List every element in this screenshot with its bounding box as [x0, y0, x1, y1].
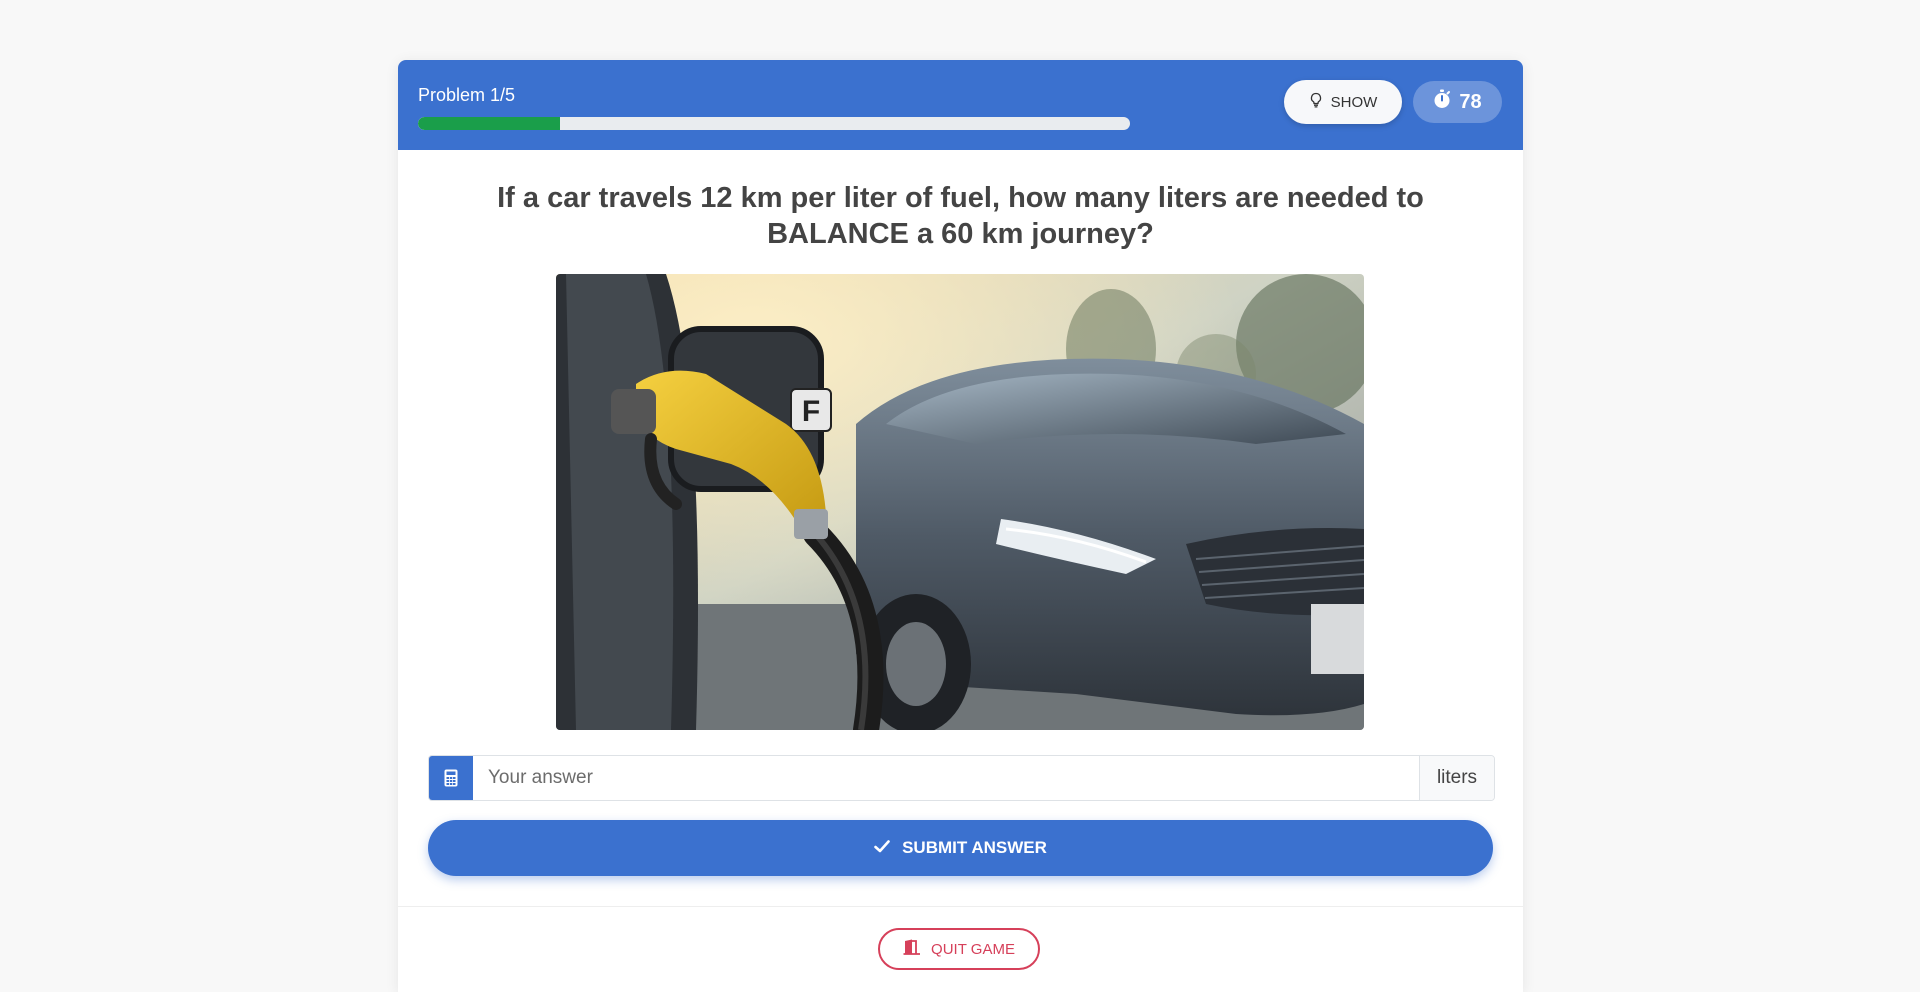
calculator-icon [429, 756, 473, 800]
answer-input-group: liters [428, 755, 1495, 801]
problem-counter: Problem 1/5 [418, 85, 516, 105]
timer-badge: 78 [1413, 81, 1502, 123]
answer-input[interactable] [473, 756, 1419, 800]
unit-label: liters [1419, 756, 1494, 800]
timer-value: 78 [1459, 90, 1482, 113]
stopwatch-icon [1433, 89, 1451, 115]
progress-bar-fill [418, 117, 561, 130]
exit-door-icon [903, 939, 921, 959]
check-icon [874, 838, 890, 858]
show-hint-label: SHOW [1330, 93, 1378, 111]
quit-game-button[interactable]: QUIT GAME [878, 928, 1040, 970]
question-text: If a car travels 12 km per liter of fuel… [497, 182, 1424, 250]
footer-divider [398, 906, 1523, 907]
quiz-header: Problem 1/5 SHOW 78 [398, 60, 1523, 150]
lightbulb-icon [1309, 92, 1323, 112]
quit-game-label: QUIT GAME [931, 940, 1015, 958]
show-hint-button[interactable]: SHOW [1284, 80, 1402, 124]
progress-bar [418, 117, 1130, 130]
submit-answer-label: SUBMIT ANSWER [902, 838, 1047, 857]
question-image: F [556, 274, 1364, 730]
submit-answer-button[interactable]: SUBMIT ANSWER [428, 820, 1493, 876]
quiz-card: Problem 1/5 SHOW 78 If a car travels 12 … [398, 60, 1523, 992]
fuel-cap-letter: F [802, 395, 820, 428]
